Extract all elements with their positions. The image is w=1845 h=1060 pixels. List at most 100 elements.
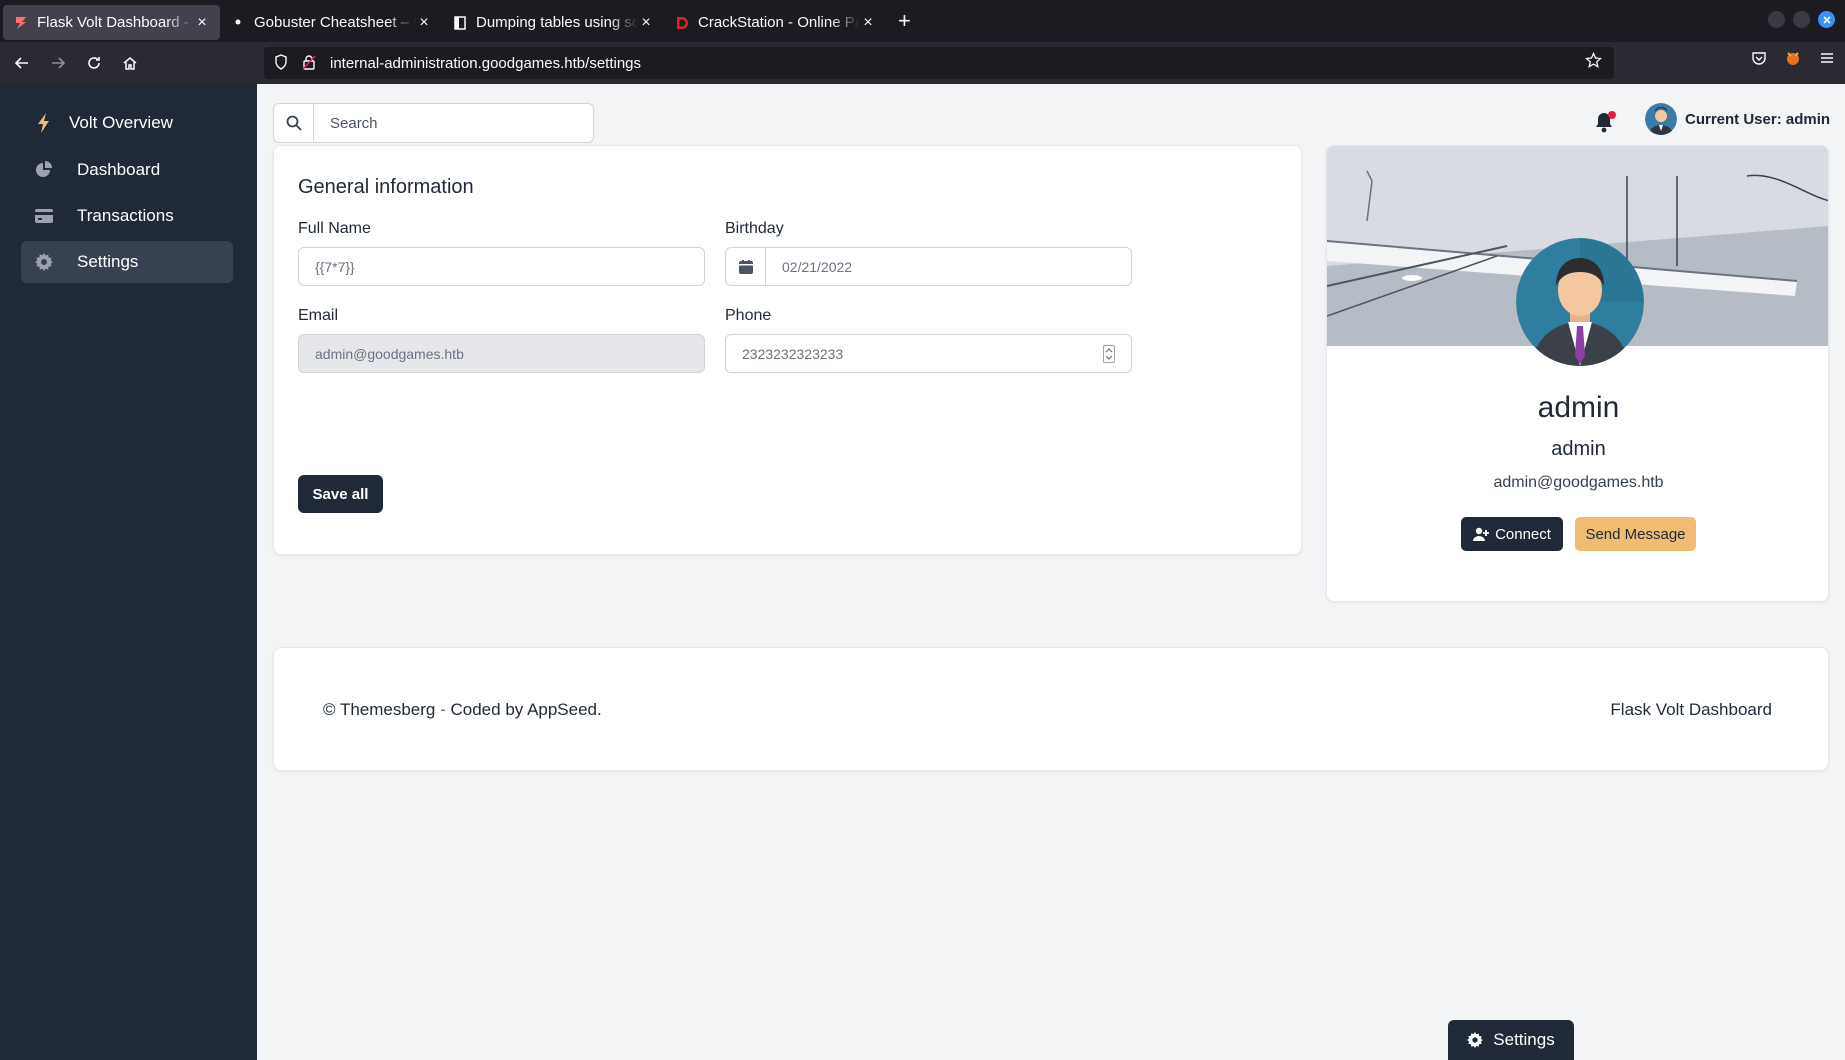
phone-value: 2323232323233: [742, 345, 844, 362]
home-icon: [123, 57, 137, 70]
coded-by-text: Coded by: [450, 700, 528, 719]
send-message-button[interactable]: Send Message: [1575, 517, 1696, 551]
full-name-label: Full Name: [298, 220, 371, 237]
shield-icon: [274, 53, 292, 73]
url-bar[interactable]: internal-administration.goodgames.htb/se…: [264, 47, 1614, 79]
calendar-icon: [726, 248, 766, 285]
browser-nav-bar: internal-administration.goodgames.htb/se…: [0, 42, 1845, 84]
reload-button[interactable]: [76, 45, 112, 81]
minimize-button[interactable]: [1768, 11, 1785, 28]
tab-close-icon[interactable]: ×: [860, 14, 876, 32]
arrow-left-icon: [14, 57, 28, 69]
arrow-right-icon: [52, 57, 66, 69]
browser-tab-crackstation[interactable]: CrackStation - Online Password ×: [664, 5, 886, 40]
sidebar-item-settings[interactable]: Settings: [21, 241, 233, 283]
profile-name: admin: [1537, 391, 1620, 424]
flask-volt-icon: [13, 15, 29, 31]
gear-icon: [33, 253, 55, 271]
full-name-field[interactable]: {{7*7}}: [298, 247, 705, 286]
profile-avatar: [1516, 238, 1644, 366]
forward-button[interactable]: [40, 45, 76, 81]
search-icon: [274, 104, 314, 142]
tab-close-icon[interactable]: ×: [416, 14, 432, 32]
gear-icon: [1467, 1032, 1484, 1048]
sidebar-item-label: Dashboard: [77, 160, 161, 179]
back-button[interactable]: [4, 45, 40, 81]
maximize-button[interactable]: [1793, 11, 1810, 28]
lightning-icon: [33, 113, 55, 133]
floating-settings-label: Settings: [1493, 1030, 1555, 1049]
save-all-button[interactable]: Save all: [298, 475, 383, 513]
home-button[interactable]: [112, 45, 148, 81]
close-icon: [1822, 15, 1831, 24]
footer-card: © Themesberg - Coded by AppSeed. Flask V…: [273, 647, 1829, 771]
sidebar-brand-label: Volt Overview: [69, 113, 173, 132]
github-icon: [230, 15, 246, 31]
appseed-link[interactable]: AppSeed.: [527, 700, 602, 719]
current-user-label: Current User: admin: [1685, 110, 1831, 128]
email-value: admin@goodgames.htb: [315, 345, 464, 362]
tab-title: Flask Volt Dashboard - Upgrade: [37, 14, 194, 31]
window-controls: [1768, 11, 1835, 28]
full-name-value: {{7*7}}: [315, 258, 355, 275]
current-user-menu[interactable]: Current User: admin: [1645, 103, 1830, 135]
new-tab-button[interactable]: +: [898, 8, 911, 34]
birthday-label: Birthday: [725, 220, 784, 237]
number-stepper[interactable]: [1103, 345, 1115, 363]
tab-close-icon[interactable]: ×: [638, 14, 654, 32]
tab-close-icon[interactable]: ×: [194, 14, 210, 32]
credit-card-icon: [33, 209, 55, 223]
sidebar-item-label: Transactions: [77, 206, 174, 225]
sidebar-brand[interactable]: Volt Overview: [21, 102, 233, 144]
extension-fox-icon[interactable]: [1785, 50, 1801, 71]
profile-username: admin: [1551, 438, 1606, 460]
footer-product-name: Flask Volt Dashboard: [1610, 700, 1772, 719]
tab-title: Dumping tables using sqlmap: [476, 14, 638, 31]
notification-dot: [1608, 111, 1616, 119]
card-title: General information: [298, 176, 474, 198]
pocket-icon[interactable]: [1751, 50, 1767, 71]
floating-settings-button[interactable]: Settings: [1448, 1020, 1574, 1060]
birthday-field[interactable]: 02/21/2022: [725, 247, 1132, 286]
phone-label: Phone: [725, 307, 772, 324]
hamburger-menu-icon[interactable]: [1819, 50, 1835, 71]
crackstation-icon: [674, 15, 690, 31]
notifications-button[interactable]: [1594, 111, 1616, 135]
avatar: [1645, 103, 1677, 135]
connect-label: Connect: [1495, 525, 1551, 543]
stepper-arrows-icon: [1105, 348, 1113, 360]
sidebar-item-dashboard[interactable]: Dashboard: [21, 149, 233, 191]
browser-tab-sqlmap[interactable]: Dumping tables using sqlmap ×: [442, 5, 664, 40]
browser-tab-bar: Flask Volt Dashboard - Upgrade × Gobuste…: [0, 0, 1845, 42]
themesberg-link[interactable]: © Themesberg: [323, 700, 435, 719]
profile-card: admin admin admin@goodgames.htb Connect …: [1326, 145, 1829, 602]
phone-field[interactable]: 2323232323233: [725, 334, 1132, 373]
profile-email: admin@goodgames.htb: [1493, 474, 1664, 491]
tab-title: CrackStation - Online Password: [698, 14, 860, 31]
search-input[interactable]: [314, 114, 574, 132]
insecure-lock-icon: [302, 54, 320, 73]
search-box: [273, 103, 594, 143]
browser-toolbar-right: [1751, 50, 1835, 71]
window-close-button[interactable]: [1818, 11, 1835, 28]
bookmark-star-icon[interactable]: [1584, 51, 1603, 74]
browser-tab-flask-volt[interactable]: Flask Volt Dashboard - Upgrade ×: [3, 5, 220, 40]
email-label: Email: [298, 307, 339, 324]
tab-title: Gobuster Cheatsheet – GitHub: [254, 14, 416, 31]
footer-credits: © Themesberg - Coded by AppSeed.: [323, 700, 602, 720]
reload-icon: [88, 57, 100, 69]
sidebar-item-transactions[interactable]: Transactions: [21, 195, 233, 237]
footer-dash: -: [435, 700, 451, 719]
sidebar: Volt Overview Dashboard Transactions Set…: [0, 84, 257, 1060]
general-information-card: General information Full Name {{7*7}} Bi…: [273, 145, 1302, 555]
sidebar-item-label: Settings: [77, 252, 139, 271]
main-content: Current User: admin General information …: [257, 84, 1845, 1060]
birthday-value: 02/21/2022: [782, 258, 853, 275]
browser-tab-gobuster[interactable]: Gobuster Cheatsheet – GitHub ×: [220, 5, 442, 40]
document-icon: [452, 15, 468, 31]
url-text: internal-administration.goodgames.htb/se…: [330, 54, 642, 72]
pie-chart-icon: [33, 161, 55, 179]
connect-button[interactable]: Connect: [1461, 517, 1563, 551]
add-user-icon: [1473, 527, 1490, 541]
email-field: admin@goodgames.htb: [298, 334, 705, 373]
